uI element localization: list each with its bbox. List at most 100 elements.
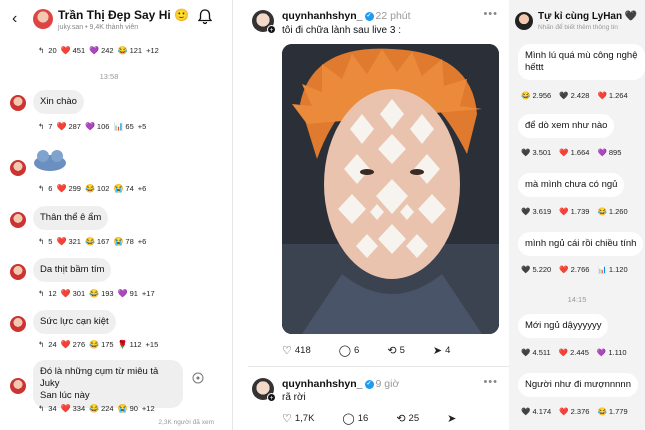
black-heart-reaction[interactable]: 🖤 4.174: [521, 407, 551, 416]
repost-button[interactable]: ⟲ 5: [387, 344, 419, 357]
black-heart-reaction[interactable]: 🖤 5.220: [521, 265, 551, 274]
sender-avatar[interactable]: [10, 316, 26, 332]
message-bubble[interactable]: Mình lú quá mù công nghệ hếttt: [518, 44, 645, 80]
reply-icon[interactable]: ↰: [38, 289, 44, 298]
message-bubble[interactable]: mà mình chưa có ngủ: [518, 173, 625, 197]
black-heart-reaction[interactable]: 🖤 3.619: [521, 207, 551, 216]
more-reactions[interactable]: +12: [146, 46, 159, 55]
purple-heart-reaction[interactable]: 💜 1.110: [597, 348, 627, 357]
message-bubble[interactable]: để dò xem như nào: [518, 114, 615, 138]
purple-heart-icon[interactable]: 💜: [85, 122, 95, 131]
reaction-row: ↰ 34 ❤️ 334 😂 224 😭 90 +12: [38, 403, 155, 413]
message-bubble[interactable]: Da thịt bầm tím: [33, 258, 112, 282]
bell-icon[interactable]: [198, 9, 212, 25]
divider: [248, 366, 510, 367]
sender-avatar[interactable]: [10, 264, 26, 280]
follow-plus-icon[interactable]: +: [267, 393, 276, 402]
channel-avatar[interactable]: [515, 12, 533, 30]
heart-reaction[interactable]: ❤️ 1.264: [597, 91, 627, 100]
black-heart-reaction[interactable]: 🖤 4.511: [521, 348, 551, 357]
sticker-image[interactable]: [33, 148, 67, 172]
heart-reaction[interactable]: ❤️ 1.664: [559, 148, 589, 157]
message-bubble[interactable]: Sức lực cạn kiệt: [33, 310, 116, 334]
share-button[interactable]: ➤: [447, 412, 459, 425]
black-heart-reaction[interactable]: 🖤 3.501: [521, 148, 551, 157]
sender-avatar[interactable]: [10, 212, 26, 228]
purple-heart-reaction[interactable]: 💜 895: [597, 148, 621, 157]
laugh-icon[interactable]: 😂: [89, 340, 99, 349]
laugh-reaction[interactable]: 😂 1.779: [597, 407, 627, 416]
reply-icon[interactable]: ↰: [38, 46, 44, 55]
more-options-icon[interactable]: •••: [483, 376, 498, 388]
user-avatar[interactable]: +: [252, 378, 276, 402]
channel-title[interactable]: Tự kỉ cùng LyHan 🖤: [538, 11, 637, 22]
message-bubble[interactable]: Mới ngủ dậyyyyyy: [518, 314, 609, 338]
more-reactions[interactable]: +17: [142, 289, 155, 298]
heart-reaction[interactable]: ❤️ 2.766: [559, 265, 589, 274]
message-bubble[interactable]: mình ngủ cái rồi chiều tính: [518, 232, 644, 256]
back-arrow-icon[interactable]: ‹: [12, 10, 17, 28]
reply-icon[interactable]: ↰: [38, 404, 44, 413]
reply-icon[interactable]: ↰: [38, 122, 44, 131]
message-text: San lúc này: [40, 390, 90, 401]
post-username[interactable]: quynhanhshyn_ ✓ 9 giờ: [282, 378, 399, 390]
more-reactions[interactable]: +15: [146, 340, 159, 349]
add-reaction-icon[interactable]: [192, 372, 204, 384]
heart-reaction[interactable]: ❤️ 2.376: [559, 407, 589, 416]
reply-icon[interactable]: ↰: [38, 184, 44, 193]
more-reactions[interactable]: +5: [138, 122, 147, 131]
reply-icon[interactable]: ↰: [38, 340, 44, 349]
sender-avatar[interactable]: [10, 378, 26, 394]
more-reactions[interactable]: +12: [142, 404, 155, 413]
laugh-reaction[interactable]: 😂 1.260: [597, 207, 627, 216]
message-bubble[interactable]: Người như đi mượnnnnn: [518, 373, 639, 397]
heart-reaction[interactable]: ❤️ 1.739: [559, 207, 589, 216]
divider: [232, 0, 233, 430]
sender-avatar[interactable]: [10, 160, 26, 176]
cry-icon[interactable]: 😭: [113, 237, 123, 246]
sender-avatar[interactable]: [10, 95, 26, 111]
laugh-icon[interactable]: 😂: [118, 46, 128, 55]
heart-icon[interactable]: ❤️: [61, 46, 71, 55]
share-button[interactable]: ➤ 4: [433, 344, 465, 357]
channel-avatar[interactable]: [33, 9, 53, 29]
more-reactions[interactable]: +6: [138, 237, 147, 246]
flower-icon[interactable]: 🌹: [118, 340, 128, 349]
black-heart-reaction[interactable]: 🖤 2.428: [559, 91, 589, 100]
chart-reaction[interactable]: 📊 1.120: [597, 265, 627, 274]
laugh-icon[interactable]: 😂: [89, 404, 99, 413]
heart-icon[interactable]: ❤️: [56, 237, 66, 246]
heart-icon[interactable]: ❤️: [61, 340, 71, 349]
message-bubble[interactable]: Thân thể ê ẩm: [33, 206, 109, 230]
post-username[interactable]: quynhanhshyn_ ✓ 22 phút: [282, 10, 411, 22]
reply-icon[interactable]: ↰: [38, 237, 44, 246]
channel-title[interactable]: Trần Thị Đẹp Say Hi 🙂: [58, 8, 189, 22]
laugh-reaction[interactable]: 😂 2.956: [521, 91, 551, 100]
message-bubble[interactable]: Đó là những cụm từ miêu tả Juky San lúc …: [33, 360, 183, 408]
chart-icon[interactable]: 📊: [113, 122, 123, 131]
heart-icon[interactable]: ❤️: [61, 404, 71, 413]
like-button[interactable]: ♡ 1,7K: [282, 412, 328, 425]
more-reactions[interactable]: +6: [138, 184, 147, 193]
more-options-icon[interactable]: •••: [483, 8, 498, 20]
cry-icon[interactable]: 😭: [118, 404, 128, 413]
post-photo[interactable]: [282, 44, 499, 334]
repost-button[interactable]: ⟲ 25: [396, 412, 433, 425]
laugh-icon[interactable]: 😂: [85, 237, 95, 246]
heart-reaction[interactable]: ❤️ 2.445: [559, 348, 589, 357]
follow-plus-icon[interactable]: +: [267, 25, 276, 34]
laugh-icon[interactable]: 😂: [89, 289, 99, 298]
laugh-icon[interactable]: 😂: [85, 184, 95, 193]
purple-heart-icon[interactable]: 💜: [118, 289, 128, 298]
heart-icon[interactable]: ❤️: [61, 289, 71, 298]
like-button[interactable]: ♡ 418: [282, 344, 325, 357]
heart-icon[interactable]: ❤️: [56, 122, 66, 131]
comment-button[interactable]: ◯ 16: [342, 412, 382, 425]
purple-heart-icon[interactable]: 💜: [89, 46, 99, 55]
message-bubble[interactable]: Xin chào: [33, 90, 84, 114]
heart-icon[interactable]: ❤️: [56, 184, 66, 193]
user-avatar[interactable]: +: [252, 10, 276, 34]
comment-button[interactable]: ◯ 6: [339, 344, 374, 357]
heart-outline-icon: ♡: [282, 413, 292, 425]
cry-icon[interactable]: 😭: [113, 184, 123, 193]
